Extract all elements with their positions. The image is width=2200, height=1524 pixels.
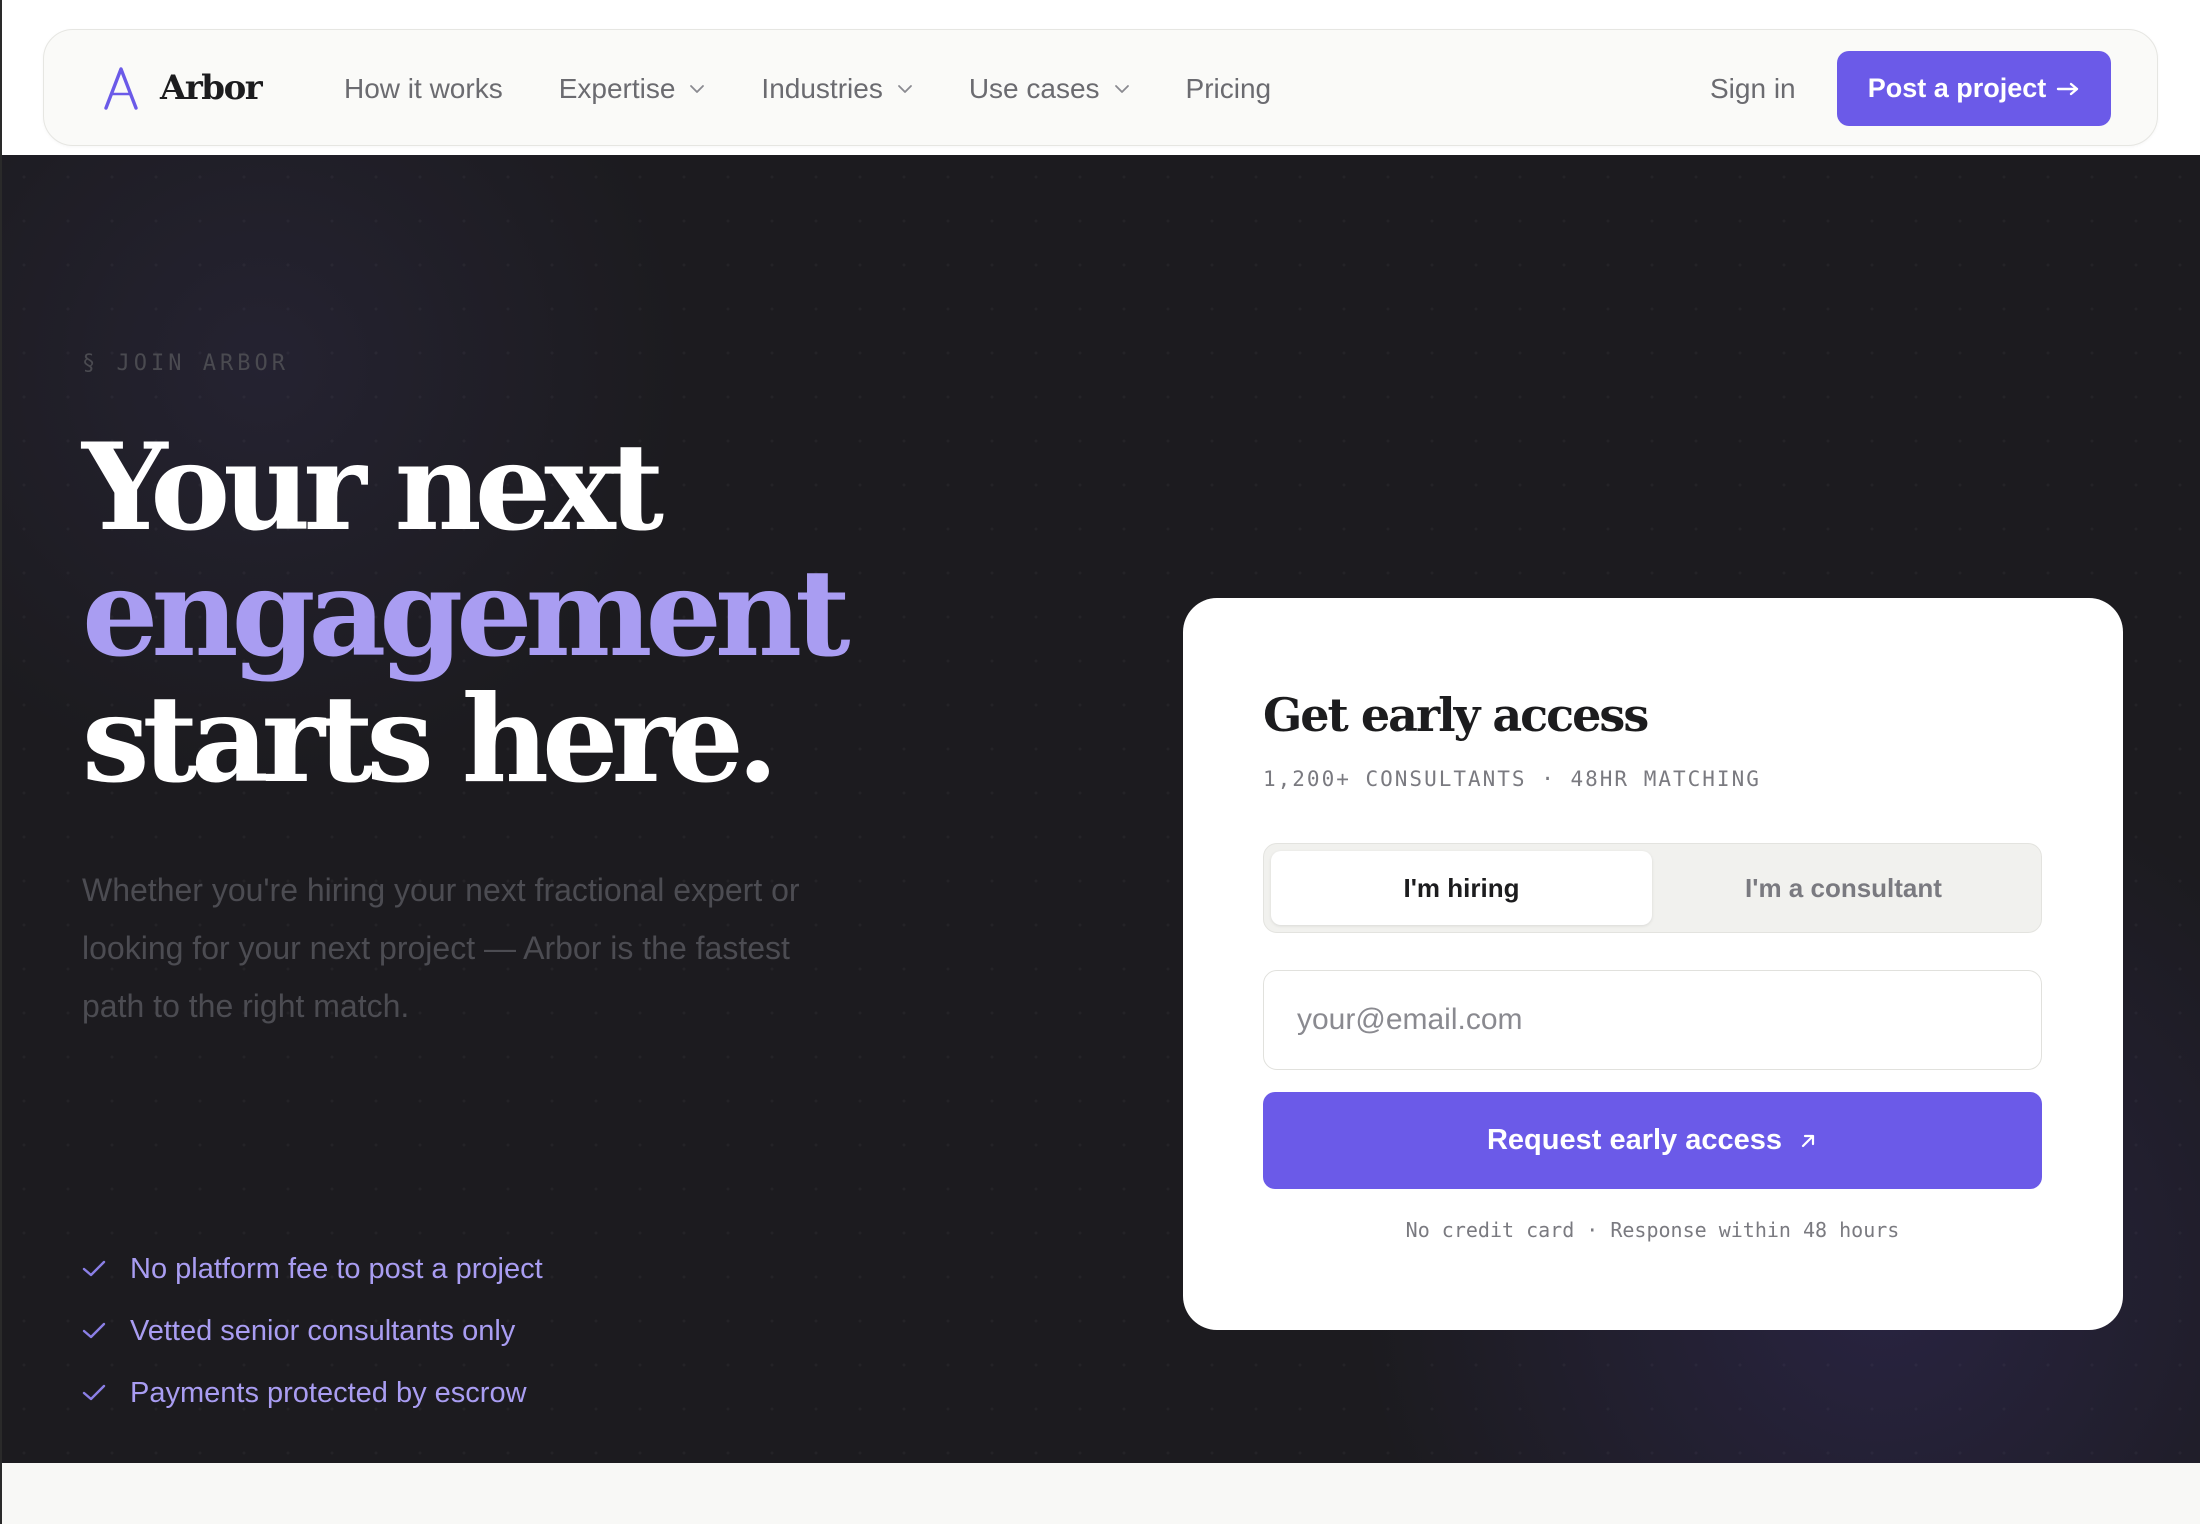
role-toggle: I'm hiring I'm a consultant [1263,843,2042,933]
nav-link-label: Industries [761,72,883,104]
card-title: Get early access [1263,688,1649,742]
list-item: Payments protected by escrow [82,1362,543,1424]
nav-link-label: Pricing [1185,72,1272,104]
list-item: Vetted senior consultants only [82,1300,543,1362]
brand-name: Arbor [160,68,263,108]
nav-link-use-cases[interactable]: Use cases [969,73,1130,105]
list-item: No platform fee to post a project [82,1238,543,1300]
early-access-card: Get early access 1,200+ CONSULTANTS · 48… [1183,598,2123,1330]
nav-link-label: Use cases [968,72,1100,104]
hero-section: § JOIN ARBOR Your next engagement starts… [2,155,2200,1463]
check-icon [82,1384,106,1401]
next-section-edge [2,1463,2200,1524]
arrow-right-icon [2057,82,2079,95]
post-project-button[interactable]: Post a project [1837,51,2111,126]
nav-link-how-it-works[interactable]: How it works [344,73,503,105]
headline-line-3: starts here. [82,669,779,810]
headline-line-1: Your next [82,417,664,558]
request-access-label: Request early access [1486,1124,1783,1156]
arbor-logo-icon [104,67,138,110]
chevron-down-icon [897,84,912,93]
request-access-button[interactable]: Request early access [1263,1092,2042,1189]
brand-logo[interactable]: Arbor [102,66,263,110]
fine-print: No credit card · Response within 48 hour… [1405,1218,1900,1242]
sign-in-link[interactable]: Sign in [1710,30,1796,147]
benefits-list: No platform fee to post a project Vetted… [82,1238,543,1424]
nav-link-expertise[interactable]: Expertise [559,73,706,105]
nav-links: How it works Expertise Industries Use ca… [344,30,1327,147]
toggle-option-hiring[interactable]: I'm hiring [1271,851,1652,925]
nav-link-pricing[interactable]: Pricing [1186,73,1272,105]
arrow-up-right-icon [1801,1134,1815,1147]
check-icon [82,1322,106,1339]
chevron-down-icon [690,84,705,93]
email-field[interactable] [1263,970,2042,1070]
card-subtitle: 1,200+ CONSULTANTS · 48HR MATCHING [1263,767,1761,791]
check-icon [82,1260,106,1277]
benefit-text: Vetted senior consultants only [130,1314,516,1347]
benefit-text: Payments protected by escrow [130,1376,527,1409]
benefit-text: No platform fee to post a project [130,1252,543,1285]
nav-link-label: Expertise [558,72,676,104]
nav-link-label: How it works [344,72,503,104]
nav-link-industries[interactable]: Industries [761,73,912,105]
chevron-down-icon [1114,84,1129,93]
post-project-label: Post a project [1867,73,2047,103]
top-navbar: Arbor How it works Expertise Industries … [43,29,2158,146]
toggle-option-consultant[interactable]: I'm a consultant [1653,851,2034,925]
hero-subcopy: Whether you're hiring your next fraction… [82,872,800,1024]
eyebrow-label: § JOIN ARBOR [82,351,289,376]
hero-headline: Your next engagement starts here. [82,417,851,810]
headline-line-2: engagement [82,543,851,684]
